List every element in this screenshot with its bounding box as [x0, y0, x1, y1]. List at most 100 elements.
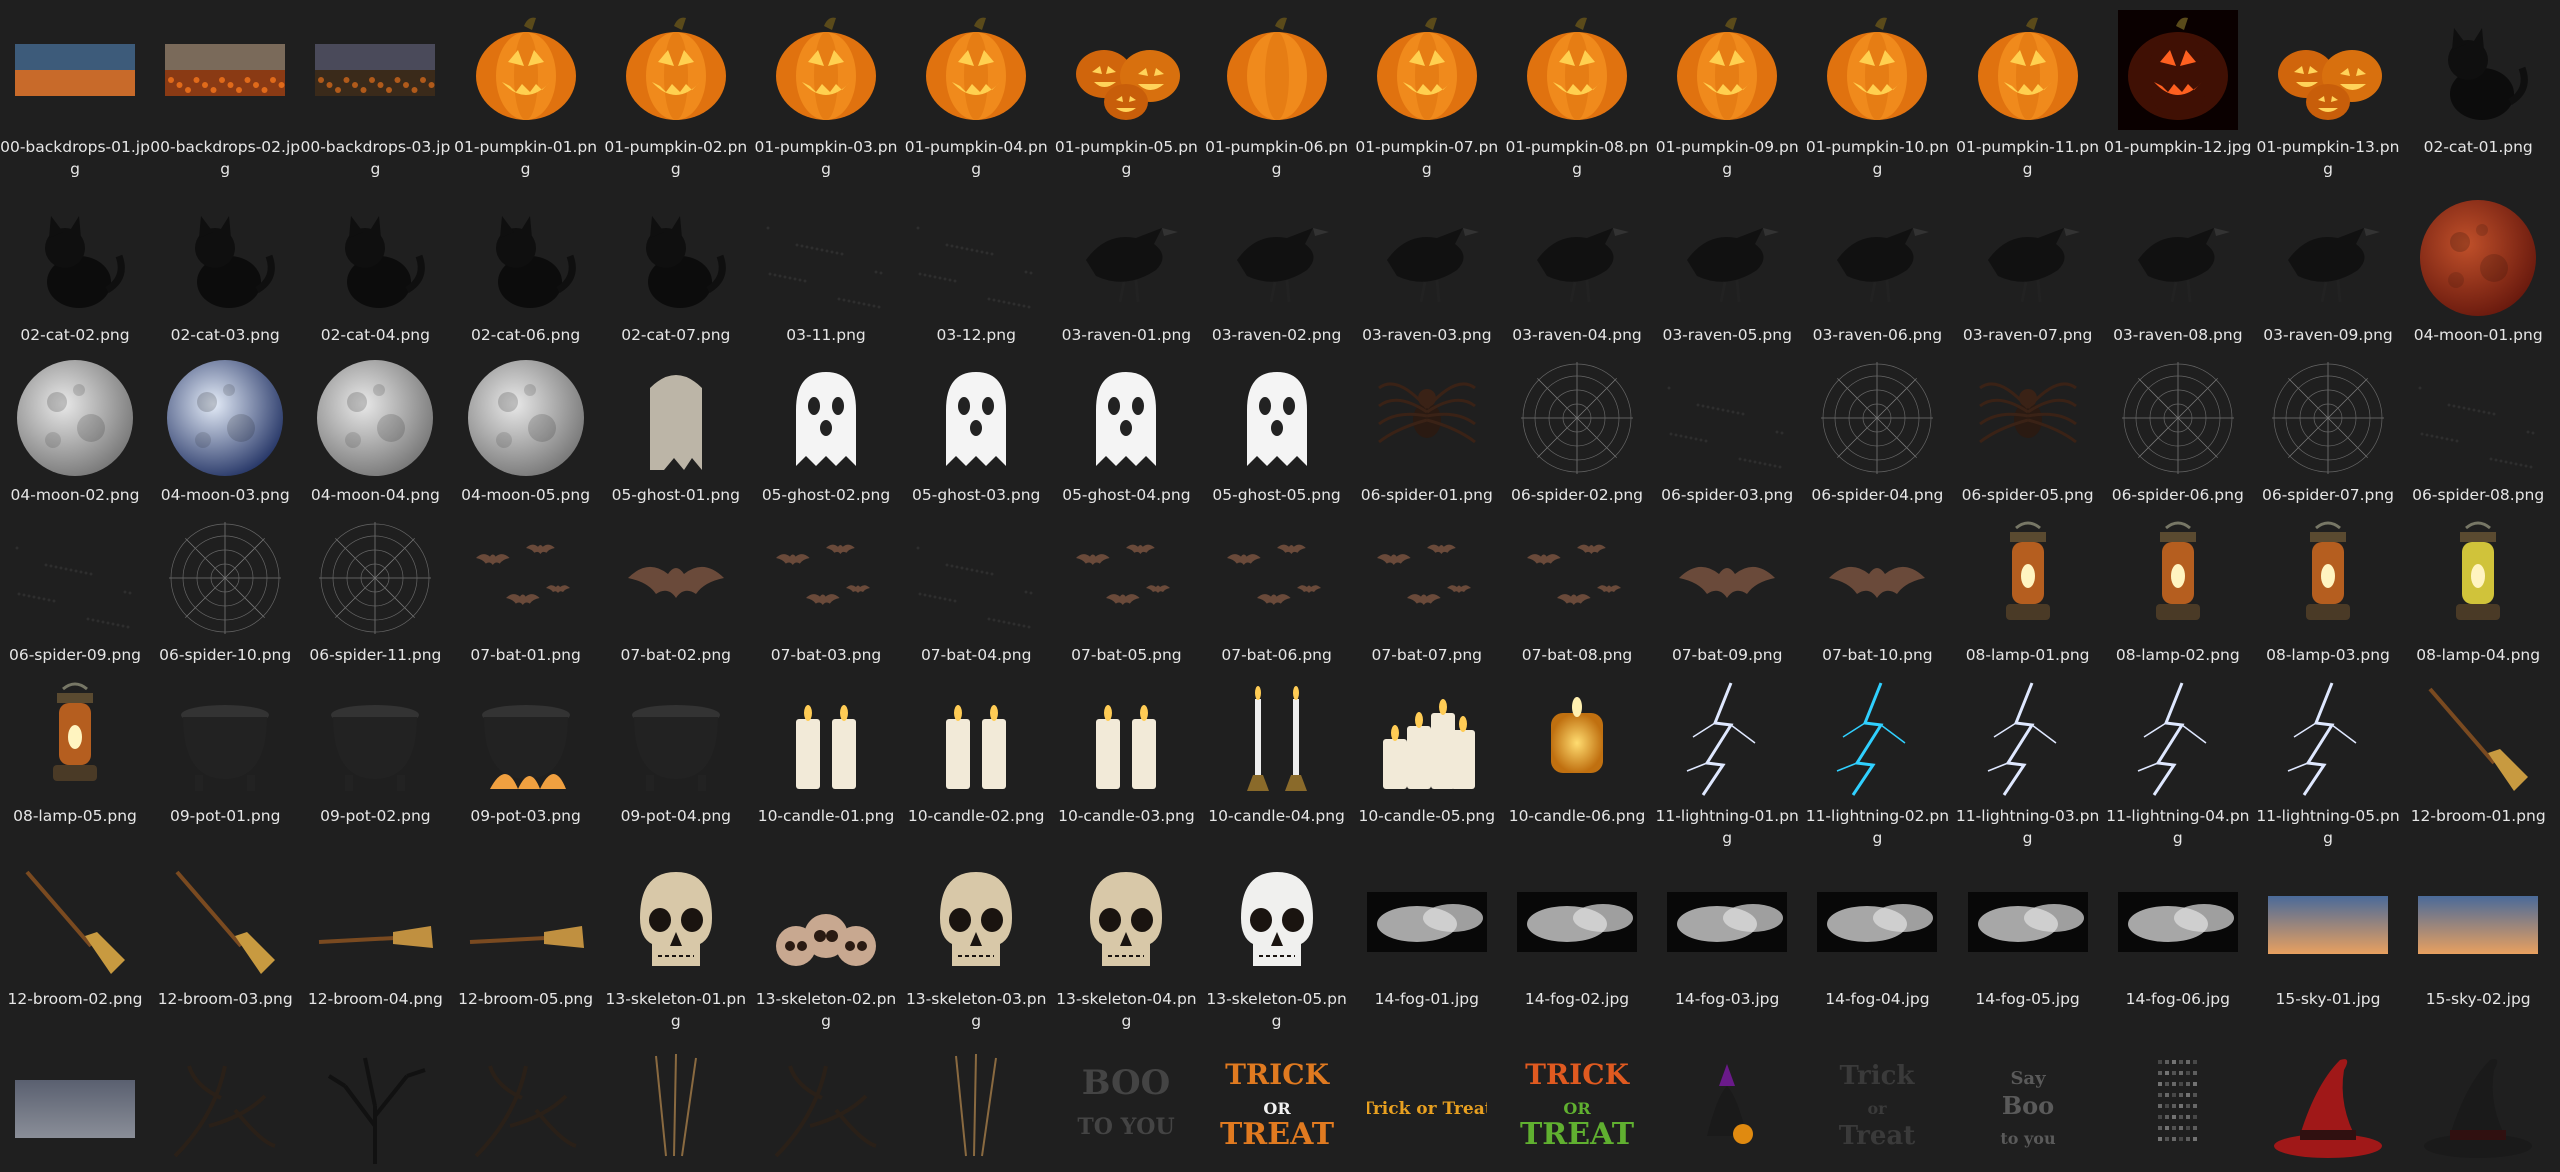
file-item[interactable]: 16-branch-01.png [150, 1046, 300, 1172]
file-item[interactable]: 03-raven-06.png [1802, 198, 1952, 358]
file-item[interactable]: 02-cat-06.png [451, 198, 601, 358]
file-item[interactable]: 05-ghost-01.png [601, 358, 751, 518]
file-item[interactable]: 00-backdrops-02.jpg [150, 10, 300, 178]
file-item[interactable]: 06-spider-07.png [2253, 358, 2403, 518]
file-item[interactable]: 12-broom-05.png [451, 862, 601, 1022]
file-item[interactable]: 12-broom-04.png [300, 862, 450, 1022]
file-item[interactable]: 01-pumpkin-13.png [2253, 10, 2403, 178]
file-item[interactable]: 09-pot-01.png [150, 679, 300, 839]
file-item[interactable]: 07-bat-04.png [901, 518, 1051, 678]
file-item[interactable]: 13-skeleton-04.png [1051, 862, 1201, 1030]
file-item[interactable]: 11-lightning-04.png [2103, 679, 2253, 847]
file-item[interactable]: 01-pumpkin-03.png [751, 10, 901, 178]
file-item[interactable]: 07-bat-09.png [1652, 518, 1802, 678]
file-item[interactable]: 01-pumpkin-05.png [1051, 10, 1201, 178]
file-item[interactable]: 06-spider-03.png [1652, 358, 1802, 518]
file-item[interactable]: TRICKORTREAT17-boo-08.png [1202, 1046, 1352, 1172]
file-item[interactable]: 09-pot-02.png [300, 679, 450, 839]
file-item[interactable]: 03-raven-07.png [1953, 198, 2103, 358]
file-item[interactable]: 14-fog-02.jpg [1502, 862, 1652, 1022]
file-item[interactable]: 06-spider-09.png [0, 518, 150, 678]
file-item[interactable]: 06-spider-08.png [2403, 358, 2553, 518]
file-item[interactable]: 04-moon-01.png [2403, 198, 2553, 358]
file-item[interactable]: 17-boo-14.png [2103, 1046, 2253, 1172]
file-item[interactable]: 11-lightning-01.png [1652, 679, 1802, 847]
file-item[interactable]: 17-boo-11.png [1652, 1046, 1802, 1172]
file-item[interactable]: 10-candle-05.png [1352, 679, 1502, 839]
file-item[interactable]: 11-lightning-03.png [1953, 679, 2103, 847]
file-item[interactable]: 01-pumpkin-12.jpg [2103, 10, 2253, 170]
file-item[interactable]: 06-spider-05.png [1953, 358, 2103, 518]
file-item[interactable]: 01-pumpkin-02.png [601, 10, 751, 178]
file-item[interactable]: 03-raven-03.png [1352, 198, 1502, 358]
file-item[interactable]: 16-branch-03.png [451, 1046, 601, 1172]
file-item[interactable]: 04-moon-02.png [0, 358, 150, 518]
file-item[interactable]: 08-lamp-02.png [2103, 518, 2253, 678]
file-item[interactable]: 05-ghost-05.png [1202, 358, 1352, 518]
file-item[interactable]: 07-bat-07.png [1352, 518, 1502, 678]
file-item[interactable]: TRICKORTREAT17-boo-10.png [1502, 1046, 1652, 1172]
file-item[interactable]: 14-fog-06.jpg [2103, 862, 2253, 1022]
file-item[interactable]: 16-branch-04.png [601, 1046, 751, 1172]
file-item[interactable]: 14-fog-03.jpg [1652, 862, 1802, 1022]
file-item[interactable]: 10-candle-03.png [1051, 679, 1201, 839]
file-item[interactable]: 08-lamp-05.png [0, 679, 150, 839]
file-item[interactable]: 02-cat-04.png [300, 198, 450, 358]
file-item[interactable]: 10-candle-06.png [1502, 679, 1652, 839]
file-item[interactable]: 01-pumpkin-10.png [1802, 10, 1952, 178]
file-item[interactable]: 09-pot-04.png [601, 679, 751, 839]
file-item[interactable]: 06-spider-11.png [300, 518, 450, 678]
file-item[interactable]: 00-backdrops-03.jpg [300, 10, 450, 178]
file-item[interactable]: 01-pumpkin-04.png [901, 10, 1051, 178]
file-item[interactable]: 10-candle-01.png [751, 679, 901, 839]
file-item[interactable]: 14-fog-01.jpg [1352, 862, 1502, 1022]
file-item[interactable]: 08-lamp-01.png [1953, 518, 2103, 678]
file-item[interactable]: 06-spider-06.png [2103, 358, 2253, 518]
file-item[interactable]: 15-sky-02.jpg [2403, 862, 2553, 1022]
file-item[interactable]: 07-bat-01.png [451, 518, 601, 678]
file-item[interactable]: Trick or Treat17-boo-09.png [1352, 1046, 1502, 1172]
file-item[interactable]: 15-sky-01.jpg [2253, 862, 2403, 1022]
file-item[interactable]: 05-ghost-02.png [751, 358, 901, 518]
file-item[interactable]: 02-cat-03.png [150, 198, 300, 358]
file-item[interactable]: 06-spider-02.png [1502, 358, 1652, 518]
file-item[interactable]: 01-pumpkin-07.png [1352, 10, 1502, 178]
file-item[interactable]: 04-moon-05.png [451, 358, 601, 518]
file-item[interactable]: 12-broom-02.png [0, 862, 150, 1022]
file-item[interactable]: 18-hat-01.png [2253, 1046, 2403, 1172]
file-item[interactable]: 02-cat-07.png [601, 198, 751, 358]
file-item[interactable]: 05-ghost-04.png [1051, 358, 1201, 518]
file-item[interactable]: TrickorTreat17-boo-12.png [1802, 1046, 1952, 1172]
file-item[interactable]: 00-backdrops-01.jpg [0, 10, 150, 178]
file-item[interactable]: 09-pot-03.png [451, 679, 601, 839]
file-item[interactable]: 12-broom-01.png [2403, 679, 2553, 839]
file-item[interactable]: 01-pumpkin-06.png [1202, 10, 1352, 178]
file-item[interactable]: 07-bat-05.png [1051, 518, 1201, 678]
file-item[interactable]: 16-branch-05.png [751, 1046, 901, 1172]
file-item[interactable]: 13-skeleton-01.png [601, 862, 751, 1030]
file-item[interactable]: 02-cat-02.png [0, 198, 150, 358]
file-item[interactable]: 01-pumpkin-09.png [1652, 10, 1802, 178]
file-item[interactable]: 10-candle-04.png [1202, 679, 1352, 839]
file-item[interactable]: 06-spider-01.png [1352, 358, 1502, 518]
file-item[interactable]: 01-pumpkin-08.png [1502, 10, 1652, 178]
file-item[interactable]: 07-bat-08.png [1502, 518, 1652, 678]
file-item[interactable]: 06-spider-10.png [150, 518, 300, 678]
file-item[interactable]: 13-skeleton-03.png [901, 862, 1051, 1030]
file-item[interactable]: 03-raven-05.png [1652, 198, 1802, 358]
file-item[interactable]: 10-candle-02.png [901, 679, 1051, 839]
file-item[interactable]: 01-pumpkin-01.png [451, 10, 601, 178]
file-item[interactable]: 11-lightning-05.png [2253, 679, 2403, 847]
file-item[interactable]: 14-fog-04.jpg [1802, 862, 1952, 1022]
file-item[interactable]: 16-branch-02.png [300, 1046, 450, 1172]
file-item[interactable]: 02-cat-01.png [2403, 10, 2553, 170]
file-item[interactable]: 07-bat-02.png [601, 518, 751, 678]
file-item[interactable]: 03-raven-04.png [1502, 198, 1652, 358]
file-item[interactable]: 01-pumpkin-11.png [1953, 10, 2103, 178]
file-item[interactable]: 13-skeleton-02.png [751, 862, 901, 1030]
file-item[interactable]: 07-bat-10.png [1802, 518, 1952, 678]
file-item[interactable]: 05-ghost-03.png [901, 358, 1051, 518]
file-item[interactable]: 07-bat-06.png [1202, 518, 1352, 678]
file-item[interactable]: 13-skeleton-05.png [1202, 862, 1352, 1030]
file-item[interactable]: 12-broom-03.png [150, 862, 300, 1022]
